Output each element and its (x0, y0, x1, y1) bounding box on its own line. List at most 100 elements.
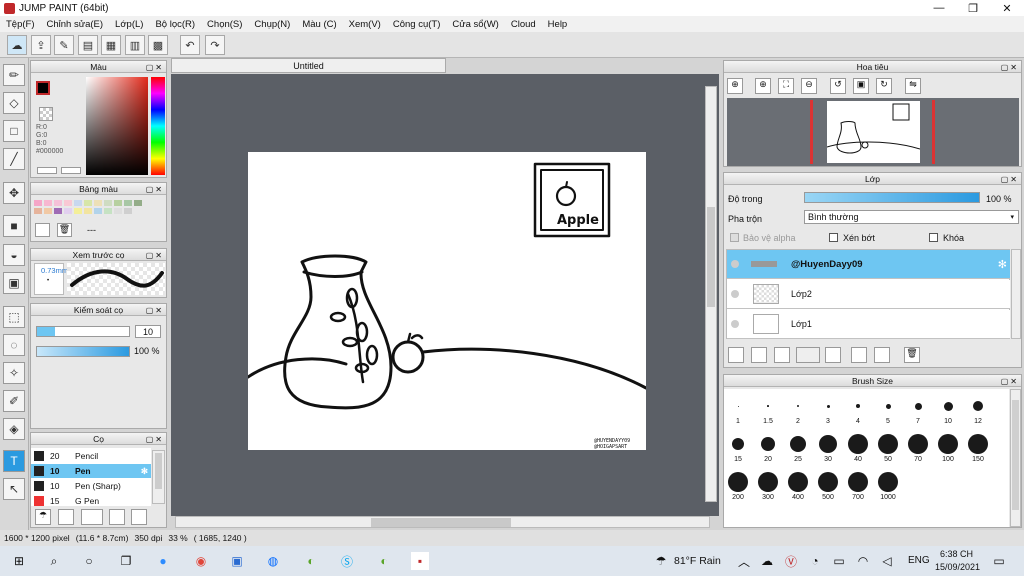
rectangle-tool-icon[interactable]: □ (3, 120, 25, 142)
menu-window[interactable]: Cửa sổ(W) (446, 19, 504, 30)
maximize-button[interactable]: ❐ (956, 0, 990, 16)
gear-icon[interactable]: ✻ (998, 258, 1007, 271)
brush-item-g-pen[interactable]: 15 G Pen (31, 494, 151, 508)
fill-rect-tool-icon[interactable]: ■ (3, 215, 25, 237)
size-slider[interactable] (36, 326, 130, 337)
windows-start-icon[interactable]: ⊞ (10, 552, 28, 570)
swatch[interactable] (94, 208, 102, 214)
menu-view[interactable]: Xem(V) (343, 19, 387, 30)
antivirus-icon[interactable]: Ⓥ (782, 552, 800, 570)
swatch[interactable] (94, 200, 102, 206)
rotate-right-icon[interactable]: ↻ (876, 78, 892, 94)
menu-file[interactable]: Tệp(F) (0, 19, 41, 30)
swatch[interactable] (74, 200, 82, 206)
foreground-color[interactable] (36, 81, 50, 95)
merge-layer-icon[interactable] (874, 347, 890, 363)
brush-size-dot[interactable] (848, 434, 868, 454)
color-remove-button[interactable] (61, 167, 81, 174)
swatch[interactable] (54, 200, 62, 206)
duplicate-layer-icon[interactable] (851, 347, 867, 363)
protect-alpha-checkbox[interactable] (730, 233, 739, 242)
brush-size-dot[interactable] (973, 401, 983, 411)
clock-time[interactable]: 6:38 CH (940, 549, 973, 559)
jump-paint-icon[interactable]: ▪ (411, 552, 429, 570)
volume-icon[interactable]: ◁ (878, 552, 896, 570)
swatch[interactable] (74, 208, 82, 214)
fit-screen-icon[interactable]: ⛶ (778, 78, 794, 94)
share-icon[interactable]: ⇪ (31, 35, 51, 55)
visibility-icon[interactable] (731, 320, 739, 328)
menu-layer[interactable]: Lớp(L) (109, 19, 149, 30)
folder-icon[interactable] (131, 509, 147, 525)
lock-checkbox[interactable] (929, 233, 938, 242)
brush-size-dot[interactable] (758, 472, 778, 492)
swatch[interactable] (124, 208, 132, 214)
new-layer-1bit-icon[interactable] (774, 347, 790, 363)
swatch[interactable] (124, 200, 132, 206)
text-tool-icon[interactable]: T (3, 450, 25, 472)
page-icon[interactable]: ▥ (125, 35, 145, 55)
horizontal-scrollbar[interactable] (175, 516, 710, 528)
brush-size-dot[interactable] (878, 434, 898, 454)
brush-size-dot[interactable] (790, 436, 806, 452)
brush-settings-icon[interactable] (109, 509, 125, 525)
menu-capture[interactable]: Chụp(N) (248, 19, 296, 30)
task-view-icon[interactable]: ❐ (117, 552, 135, 570)
coccoc-icon[interactable]: ◐ (302, 552, 320, 570)
brush-size-dot[interactable] (848, 472, 868, 492)
brush-list-scrollbar[interactable] (152, 450, 165, 504)
layer-row-2[interactable]: Lớp2 (727, 280, 1010, 309)
weather-text[interactable]: 81°F Rain (674, 555, 721, 567)
chrome-icon[interactable]: ◉ (192, 552, 210, 570)
transparent-color[interactable] (39, 107, 53, 121)
layer-opacity-slider[interactable] (804, 192, 980, 203)
select-pen-icon[interactable]: ✐ (3, 390, 25, 412)
layer-type-dropdown[interactable] (796, 347, 820, 363)
panel-close-icon[interactable]: ▢✕ (146, 62, 164, 74)
blend-mode-select[interactable]: Bình thường ▾ (804, 210, 1019, 224)
brush-size-dot[interactable] (737, 405, 739, 407)
actual-size-icon[interactable]: ▣ (853, 78, 869, 94)
coccoc-icon-2[interactable]: ◐ (375, 552, 393, 570)
wifi-icon[interactable]: ◠ (854, 552, 872, 570)
lasso-icon[interactable]: ◌ (3, 334, 25, 356)
saturation-picker[interactable] (86, 77, 148, 175)
brush-size-dot[interactable] (767, 405, 769, 407)
brush-size-dot[interactable] (885, 403, 891, 409)
zoom-fit-icon[interactable]: ⊕ (727, 78, 743, 94)
brush-size-dot[interactable] (914, 402, 922, 410)
menu-edit[interactable]: Chỉnh sửa(E) (41, 19, 110, 30)
calendar-app-icon[interactable]: ▣ (228, 552, 246, 570)
brush-size-dot[interactable] (943, 401, 953, 411)
cloud-sync-icon[interactable]: ☁ (758, 552, 776, 570)
swatch[interactable] (34, 200, 42, 206)
drawing-paper[interactable]: Apple @HUYENDAYY09 @HOIGAPSART (246, 152, 648, 450)
document-tab[interactable]: Untitled (171, 58, 446, 73)
swatch[interactable] (44, 200, 52, 206)
swatch[interactable] (34, 208, 42, 214)
size-value-input[interactable]: 10 (135, 325, 161, 338)
brush-size-dot[interactable] (732, 438, 744, 450)
panel-close-icon[interactable]: ▢✕ (146, 434, 164, 446)
brush-size-dot[interactable] (797, 405, 799, 407)
brush-size-dot[interactable] (908, 434, 928, 454)
menu-help[interactable]: Help (542, 19, 574, 30)
navigator-preview[interactable] (727, 98, 1019, 166)
trash-icon[interactable]: 🗑 (57, 223, 72, 237)
chevron-up-icon[interactable]: ︿ (735, 552, 753, 570)
redo-icon[interactable]: ↷ (205, 35, 225, 55)
select-eraser-icon[interactable]: ◈ (3, 418, 25, 440)
visibility-icon[interactable] (731, 290, 739, 298)
skype-icon[interactable]: Ⓢ (338, 552, 356, 570)
menu-cloud[interactable]: Cloud (505, 19, 542, 30)
move-tool-icon[interactable]: ✥ (3, 182, 25, 204)
brush-size-dot[interactable] (788, 472, 808, 492)
search-icon[interactable]: ⌕ (45, 552, 63, 570)
swatch[interactable] (84, 200, 92, 206)
eraser-tool-icon[interactable]: ◇ (3, 92, 25, 114)
cloud-icon[interactable]: ☁ (7, 35, 27, 55)
swatch[interactable] (114, 208, 122, 214)
close-button[interactable]: ✕ (990, 0, 1024, 16)
swatch[interactable] (134, 200, 142, 206)
hue-slider[interactable] (151, 77, 165, 175)
